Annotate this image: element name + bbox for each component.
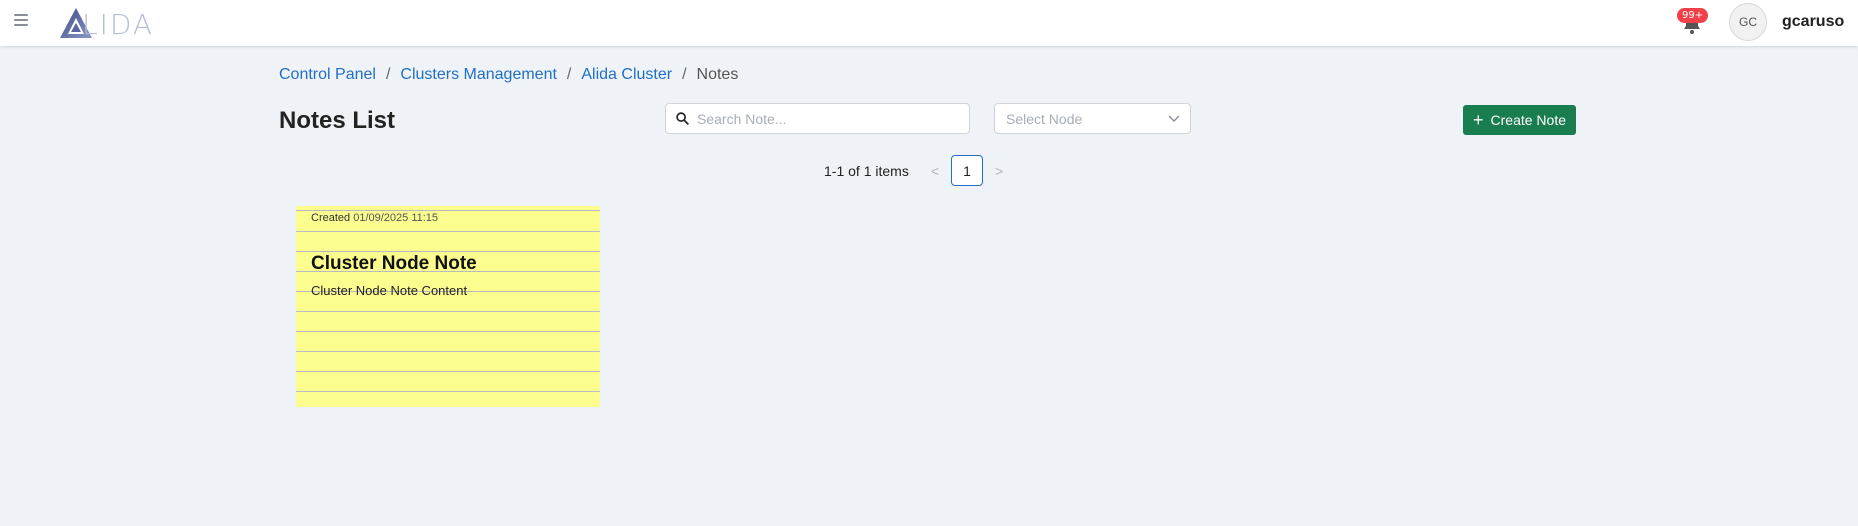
breadcrumb-clusters-management[interactable]: Clusters Management (400, 66, 557, 84)
search-input[interactable] (697, 110, 957, 127)
note-content: Cluster Node Note Content (311, 283, 468, 298)
select-node-placeholder: Select Node (1006, 110, 1083, 127)
chevron-down-icon (1168, 115, 1180, 122)
breadcrumb-alida-cluster[interactable]: Alida Cluster (581, 66, 672, 84)
note-title: Cluster Node Note (311, 253, 477, 274)
top-bar: LIDA 99+ GC gcaruso (0, 0, 1858, 46)
chevron-right-icon[interactable]: > (995, 163, 1003, 179)
plus-icon: + (1473, 110, 1484, 130)
note-created-date: 01/09/2025 11:15 (353, 212, 439, 224)
search-field[interactable] (665, 103, 970, 134)
breadcrumb-separator: / (385, 66, 391, 83)
pagination-summary: 1-1 of 1 items (824, 162, 909, 179)
create-note-label: Create Note (1490, 112, 1566, 128)
note-card[interactable]: Created 01/09/2025 11:15 Cluster Node No… (296, 206, 600, 407)
breadcrumb: Control Panel / Clusters Management / Al… (279, 66, 738, 84)
breadcrumb-control-panel[interactable]: Control Panel (279, 66, 376, 84)
create-note-button[interactable]: + Create Note (1463, 105, 1576, 135)
note-created: Created 01/09/2025 11:15 (311, 212, 438, 224)
chevron-left-icon[interactable]: < (931, 163, 939, 179)
notification-badge: 99+ (1677, 8, 1709, 23)
breadcrumb-separator: / (682, 66, 687, 83)
breadcrumb-current: Notes (696, 66, 739, 83)
hamburger-icon[interactable] (14, 14, 30, 28)
note-created-label: Created (311, 212, 351, 224)
pagination: 1-1 of 1 items < 1 > (824, 155, 1015, 186)
avatar[interactable]: GC (1729, 3, 1767, 41)
search-icon (676, 112, 689, 125)
username[interactable]: gcaruso (1782, 13, 1844, 31)
page-title: Notes List (279, 107, 396, 134)
pagination-page-1[interactable]: 1 (951, 155, 984, 186)
breadcrumb-separator: / (566, 66, 572, 83)
select-node-dropdown[interactable]: Select Node (994, 103, 1191, 134)
logo-text: LIDA (82, 8, 155, 41)
